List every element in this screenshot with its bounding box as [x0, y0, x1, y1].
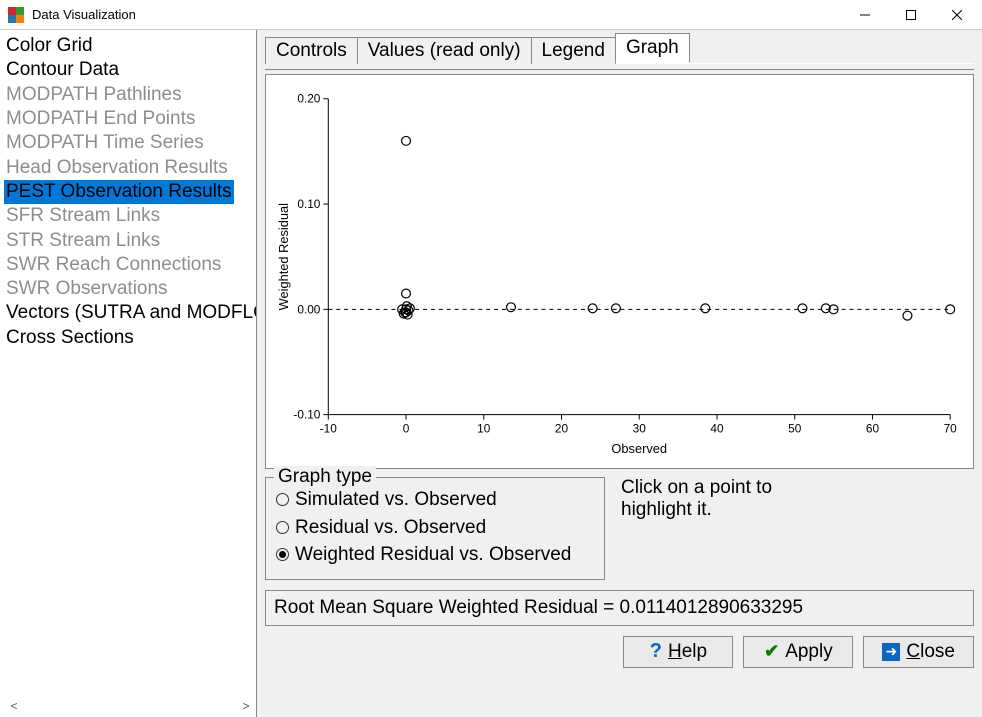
tab[interactable]: Graph	[615, 33, 690, 63]
radio-icon	[276, 493, 289, 506]
svg-text:60: 60	[866, 421, 880, 435]
svg-text:70: 70	[944, 421, 958, 435]
svg-text:0.00: 0.00	[297, 302, 320, 316]
sidebar-item: MODPATH Pathlines	[4, 83, 256, 107]
sidebar-item: SFR Stream Links	[4, 204, 256, 228]
sidebar-item: Head Observation Results	[4, 156, 256, 180]
sidebar-item: SWR Observations	[4, 277, 256, 301]
radio-label: Residual vs. Observed	[295, 514, 486, 542]
svg-text:Observed: Observed	[611, 441, 667, 456]
radio-icon	[276, 548, 289, 561]
svg-text:0.20: 0.20	[297, 92, 320, 106]
radio-label: Simulated vs. Observed	[295, 486, 497, 514]
hint-line2: highlight it.	[621, 499, 772, 521]
svg-text:20: 20	[555, 421, 569, 435]
scroll-right-icon[interactable]: >	[238, 699, 254, 713]
svg-text:40: 40	[710, 421, 724, 435]
status-text: Root Mean Square Weighted Residual = 0.0…	[274, 597, 803, 618]
tab[interactable]: Legend	[531, 37, 616, 64]
scatter-plot[interactable]: -10 0 10 20 30 40 50 60 70 -0.10 0.00 0.10 0.20 Obser…	[274, 83, 965, 460]
tab[interactable]: Controls	[265, 37, 358, 64]
radio-option[interactable]: Residual vs. Observed	[276, 514, 594, 542]
svg-text:10: 10	[477, 421, 491, 435]
window-title: Data Visualization	[32, 7, 842, 22]
graph-type-group: Graph type Simulated vs. ObservedResidua…	[265, 477, 605, 580]
sidebar-item[interactable]: Color Grid	[4, 34, 256, 58]
sidebar-item[interactable]: Vectors (SUTRA and MODFLOW 6)	[4, 301, 256, 325]
help-button[interactable]: ? Help	[623, 636, 733, 668]
check-icon: ✔	[764, 641, 779, 662]
graph-panel[interactable]: -10 0 10 20 30 40 50 60 70 -0.10 0.00 0.10 0.20 Obser…	[265, 74, 974, 469]
radio-icon	[276, 521, 289, 534]
sidebar-item: MODPATH Time Series	[4, 131, 256, 155]
sidebar-item[interactable]: PEST Observation Results	[4, 180, 234, 204]
status-bar: Root Mean Square Weighted Residual = 0.0…	[265, 590, 974, 626]
sidebar-hscrollbar[interactable]: < >	[4, 697, 256, 717]
help-icon: ?	[650, 640, 662, 663]
arrow-right-icon: ➜	[882, 643, 900, 661]
svg-text:-10: -10	[320, 421, 338, 435]
hint-line1: Click on a point to	[621, 477, 772, 499]
radio-option[interactable]: Weighted Residual vs. Observed	[276, 541, 594, 569]
svg-text:30: 30	[633, 421, 647, 435]
tab[interactable]: Values (read only)	[357, 37, 532, 64]
graph-type-legend: Graph type	[274, 466, 376, 488]
svg-text:Weighted Residual: Weighted Residual	[276, 203, 291, 310]
app-icon	[8, 7, 24, 23]
apply-button[interactable]: ✔ Apply	[743, 636, 853, 668]
sidebar-item: SWR Reach Connections	[4, 253, 256, 277]
maximize-button[interactable]	[888, 0, 934, 30]
svg-text:0: 0	[403, 421, 410, 435]
titlebar: Data Visualization	[0, 0, 982, 30]
tab-bar: ControlsValues (read only)LegendGraph	[265, 36, 974, 64]
svg-text:50: 50	[788, 421, 802, 435]
sidebar-item: MODPATH End Points	[4, 107, 256, 131]
sidebar: Color GridContour DataMODPATH PathlinesM…	[0, 30, 257, 717]
close-button[interactable]: ➜ Close	[863, 636, 974, 668]
button-bar: ? Help ✔ Apply ➜ Close	[265, 636, 974, 668]
sidebar-list[interactable]: Color GridContour DataMODPATH PathlinesM…	[4, 34, 256, 697]
sidebar-item[interactable]: Cross Sections	[4, 326, 256, 350]
sidebar-item: STR Stream Links	[4, 229, 256, 253]
close-window-button[interactable]	[934, 0, 980, 30]
radio-label: Weighted Residual vs. Observed	[295, 541, 571, 569]
hint-text: Click on a point to highlight it.	[617, 477, 776, 580]
scroll-left-icon[interactable]: <	[6, 699, 22, 713]
svg-text:0.10: 0.10	[297, 197, 320, 211]
sidebar-item[interactable]: Contour Data	[4, 58, 256, 82]
svg-text:-0.10: -0.10	[293, 408, 320, 422]
radio-option[interactable]: Simulated vs. Observed	[276, 486, 594, 514]
minimize-button[interactable]	[842, 0, 888, 30]
